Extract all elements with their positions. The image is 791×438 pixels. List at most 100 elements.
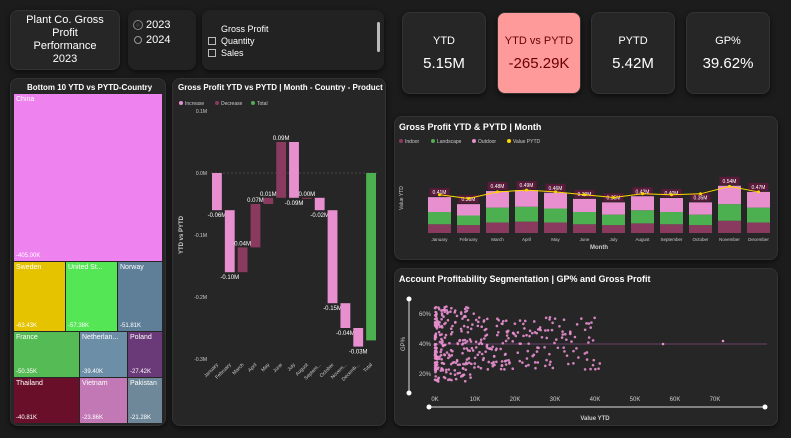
slicer-scrollbar[interactable] — [377, 22, 380, 52]
waterfall-data-label: 0.01M — [260, 192, 277, 198]
stacked-bar-segment — [602, 225, 625, 233]
scatter-point — [523, 327, 526, 330]
x-tick-label: March — [491, 237, 504, 242]
legend-dot — [251, 101, 255, 105]
scatter-point — [589, 367, 592, 371]
scatter-panel: Account Profitability Segmentation | GP%… — [394, 268, 778, 426]
scatter-point — [440, 326, 444, 329]
metric-option-quantity[interactable]: Quantity — [208, 36, 378, 46]
scatter-point — [443, 322, 446, 326]
treemap-tile[interactable]: Pakistan -21.28K — [128, 378, 162, 423]
scatter-point — [470, 346, 474, 350]
scatter-point — [469, 340, 473, 343]
scatter-point — [565, 354, 569, 357]
treemap-tile[interactable]: China -405.00K — [14, 94, 162, 261]
treemap-tile[interactable]: Netherlan... -39.40K — [80, 332, 127, 377]
scatter-point — [519, 342, 522, 345]
treemap-tile[interactable]: Thailand -40.81K — [14, 378, 79, 423]
y-slider-handle — [406, 390, 412, 396]
stacked-bar-segment — [544, 222, 567, 233]
scatter-point — [556, 346, 560, 350]
treemap-tile[interactable]: Vietnam -23.86K — [80, 378, 127, 423]
scatter-point — [465, 358, 469, 361]
stacked-bar-segment — [573, 212, 596, 225]
stacked-bar-segment — [544, 192, 567, 209]
scatter-point — [443, 306, 447, 309]
x-tick-label: Total — [362, 362, 374, 374]
scatter-point — [530, 331, 534, 335]
treemap-tile[interactable]: Norway -51.81K — [118, 262, 162, 331]
scatter-point — [495, 360, 498, 364]
legend-label: Decrease — [221, 101, 243, 107]
legend-dot — [507, 139, 511, 143]
scatter-point — [473, 356, 477, 360]
scatter-point — [516, 351, 520, 355]
bar-total-label: 0.47M — [752, 185, 766, 191]
treemap-tile[interactable]: United St... -57.38K — [66, 262, 117, 331]
treemap-tile[interactable]: France -50.35K — [14, 332, 79, 377]
pytd-point — [641, 192, 644, 196]
scatter-point — [560, 336, 564, 339]
scatter-point — [507, 336, 510, 340]
pytd-point — [670, 193, 673, 197]
scatter-point — [532, 320, 536, 323]
scatter-point — [471, 349, 475, 352]
scatter-point — [479, 338, 483, 342]
x-tick-label: December — [748, 237, 769, 242]
scatter-point — [583, 368, 587, 371]
waterfall-bar — [237, 247, 248, 273]
stacked-bar-segment — [718, 220, 741, 233]
scatter-point — [461, 343, 464, 346]
scatter-point — [570, 340, 573, 343]
pytd-point — [438, 193, 441, 197]
scatter-point — [455, 314, 459, 318]
treemap-tile[interactable]: Sweden -63.43K — [14, 262, 65, 331]
scatter-point — [524, 364, 528, 368]
x-axis-title: Month — [590, 245, 608, 251]
scatter-point — [440, 309, 443, 312]
scatter-point — [469, 327, 473, 331]
y-tick-label: 20% — [419, 372, 432, 378]
waterfall-bar — [263, 197, 274, 204]
combo-chart: Indoor Landscape Outdoor Value PYTD Value YT… — [399, 139, 770, 251]
scatter-point — [434, 370, 437, 374]
x-axis-title: Value YTD — [580, 416, 610, 422]
scatter-point — [458, 339, 461, 343]
x-slider-handle — [762, 404, 768, 410]
scatter-point — [543, 346, 546, 349]
scatter-point — [464, 368, 468, 372]
scatter-point — [453, 321, 457, 324]
treemap-tile-label: Netherlan... — [82, 334, 119, 341]
x-tick-label: October — [692, 237, 709, 242]
scatter-point — [572, 362, 575, 365]
scatter-point — [467, 361, 471, 365]
scatter-point — [536, 361, 540, 364]
treemap-tile-value: -21.28K — [130, 415, 152, 421]
scatter-point — [721, 339, 725, 343]
scatter-point — [504, 352, 507, 356]
waterfall-bar — [314, 197, 325, 211]
scatter-point — [562, 318, 566, 322]
scatter-point — [440, 341, 443, 345]
stacked-bar-segment — [573, 224, 596, 233]
stacked-bar-segment — [747, 207, 770, 223]
scatter-point — [504, 359, 508, 362]
year-option-2024[interactable]: 2024 — [134, 34, 190, 46]
scatter-point — [443, 336, 447, 339]
scatter-point — [535, 350, 539, 353]
metric-option-sales[interactable]: Sales — [208, 48, 378, 58]
waterfall-data-label: -0.02M — [310, 213, 329, 219]
scatter-point — [523, 319, 527, 323]
scatter-point — [558, 324, 561, 328]
year-option-2023[interactable]: 2023 — [134, 19, 190, 31]
scatter-point — [553, 317, 557, 320]
scatter-point — [525, 357, 529, 360]
treemap-tile[interactable]: Poland -27.42K — [128, 332, 162, 377]
bar-total-label: 0.35M — [694, 195, 708, 201]
scatter-point — [504, 339, 508, 343]
metric-option-gross-profit[interactable]: Gross Profit — [208, 24, 378, 34]
pytd-point — [757, 190, 760, 194]
scatter-point — [507, 358, 510, 362]
stacked-bar-segment — [457, 204, 480, 216]
waterfall-bar — [224, 210, 235, 273]
